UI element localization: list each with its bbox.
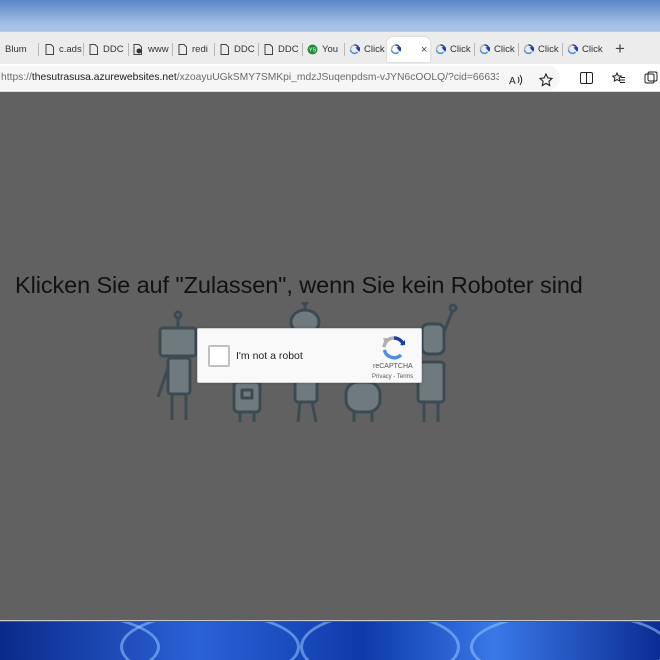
page-icon: [88, 44, 99, 55]
recaptcha-icon: [567, 44, 578, 55]
tab[interactable]: DDC: [85, 37, 128, 62]
tab-title: DDC: [234, 44, 255, 55]
page-icon: [263, 44, 274, 55]
address-bar[interactable]: https://thesutrasusa.azurewebsites.net/x…: [0, 66, 560, 90]
tab[interactable]: Click: [476, 37, 518, 62]
tab[interactable]: Click: [346, 37, 386, 62]
page-icon: [177, 44, 188, 55]
tab-title: Click: [494, 44, 515, 55]
close-icon[interactable]: ×: [421, 44, 427, 56]
browser-window: Blum c.ads DDC www redi DDC DDC YS You C…: [0, 32, 660, 620]
page-headline: Klicken Sie auf "Zulassen", wenn Sie kei…: [15, 272, 583, 298]
tab[interactable]: DDC: [260, 37, 302, 62]
favorites-icon[interactable]: [611, 70, 627, 86]
gear-page-icon: [133, 44, 144, 55]
new-tab-button[interactable]: +: [611, 40, 629, 58]
tab-title: Click: [364, 44, 385, 55]
svg-text:A: A: [509, 76, 516, 86]
page-icon: [44, 44, 55, 55]
favorite-star-icon[interactable]: [538, 72, 554, 88]
tab-title: c.ads: [59, 44, 82, 55]
read-aloud-icon[interactable]: A: [508, 72, 524, 88]
recaptcha-icon: [349, 44, 360, 55]
tab[interactable]: DDC: [216, 37, 258, 62]
svg-text:YS: YS: [309, 48, 317, 54]
tab[interactable]: redi: [174, 37, 214, 62]
recaptcha-icon: [390, 44, 401, 55]
tab-title: Click: [450, 44, 471, 55]
web-page: Klicken Sie auf "Zulassen", wenn Sie kei…: [0, 92, 660, 620]
tab-title: Click: [582, 44, 603, 55]
split-screen-icon[interactable]: [578, 70, 594, 86]
tab-title: DDC: [278, 44, 299, 55]
page-icon: [219, 44, 230, 55]
tab-title: Blum: [5, 44, 27, 55]
captcha-label: I'm not a robot: [236, 350, 303, 362]
tab[interactable]: Click: [520, 37, 562, 62]
recaptcha-logo-icon: [382, 336, 406, 360]
tab[interactable]: YS You: [304, 37, 344, 62]
recaptcha-icon: [435, 44, 446, 55]
tab[interactable]: www: [130, 37, 172, 62]
tab-title: redi: [192, 44, 208, 55]
navigation-bar: https://thesutrasusa.azurewebsites.net/x…: [0, 64, 660, 92]
green-circle-icon: YS: [307, 44, 318, 55]
tab-strip: Blum c.ads DDC www redi DDC DDC YS You C…: [0, 32, 660, 64]
tab-title: www: [148, 44, 169, 55]
recaptcha-icon: [523, 44, 534, 55]
tab-title: You: [322, 44, 339, 55]
recaptcha-widget: I'm not a robot reCAPTCHA Privacy - Term…: [197, 328, 422, 383]
collections-icon[interactable]: [643, 70, 659, 86]
url-text: https://thesutrasusa.azurewebsites.net/x…: [1, 72, 499, 83]
windows-bloom-wallpaper: [0, 622, 660, 660]
tab[interactable]: Click: [432, 37, 474, 62]
tab-title: DDC: [103, 44, 124, 55]
tab-active[interactable]: ×: [387, 37, 430, 62]
tab-title: Click: [538, 44, 559, 55]
privacy-terms-links[interactable]: Privacy - Terms: [372, 374, 413, 380]
recaptcha-icon: [479, 44, 490, 55]
captcha-checkbox[interactable]: [208, 345, 230, 367]
tab[interactable]: c.ads: [41, 37, 83, 62]
tab[interactable]: Blum: [2, 37, 38, 62]
tab[interactable]: Click: [564, 37, 606, 62]
recaptcha-brand: reCAPTCHA: [373, 363, 413, 370]
